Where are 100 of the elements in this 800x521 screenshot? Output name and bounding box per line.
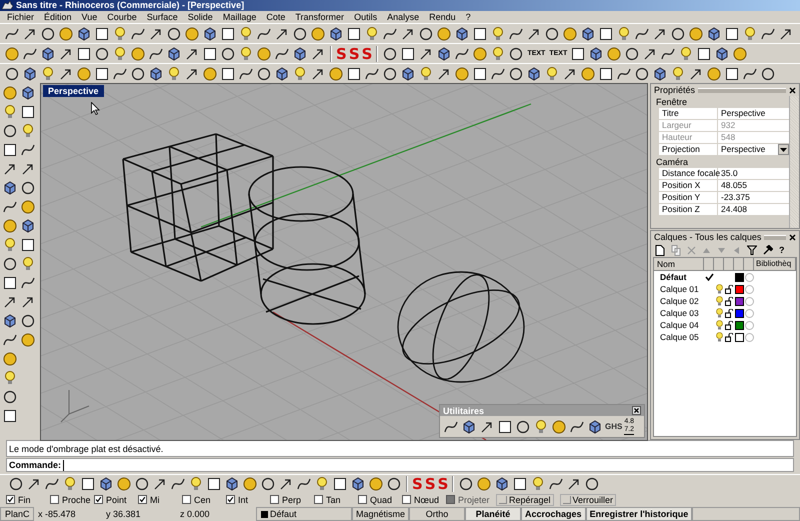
sphere-icon[interactable] xyxy=(310,26,326,42)
menu-item[interactable]: Rendu xyxy=(424,11,461,23)
lightbulb-icon[interactable] xyxy=(716,284,722,294)
sphere-icon[interactable] xyxy=(580,66,596,82)
sphere-icon[interactable] xyxy=(20,199,36,215)
padlock-icon[interactable] xyxy=(725,284,733,294)
sphere-icon[interactable] xyxy=(454,66,470,82)
sphere-icon[interactable] xyxy=(2,351,18,367)
sphere-icon[interactable] xyxy=(688,26,704,42)
close-icon[interactable] xyxy=(632,406,641,415)
lightbulb-icon[interactable] xyxy=(20,256,36,272)
cube-icon[interactable] xyxy=(706,26,722,42)
toggle-button[interactable]: Repéragel xyxy=(496,494,554,506)
panel-grip[interactable] xyxy=(698,88,786,92)
cube-icon[interactable] xyxy=(292,46,308,62)
square-icon[interactable] xyxy=(724,26,740,42)
circle-icon[interactable] xyxy=(292,26,308,42)
padlock-icon[interactable] xyxy=(725,296,733,306)
layer-color-swatch[interactable] xyxy=(734,296,744,306)
layer-color-swatch[interactable] xyxy=(734,332,744,342)
circle-icon[interactable] xyxy=(4,66,20,82)
square-icon[interactable] xyxy=(94,66,110,82)
menu-item[interactable]: Vue xyxy=(76,11,102,23)
sphere-icon[interactable] xyxy=(2,218,18,234)
circle-icon[interactable] xyxy=(584,476,600,492)
circle-icon[interactable] xyxy=(382,66,398,82)
sphere-icon[interactable] xyxy=(732,46,748,62)
lightbulb-icon[interactable] xyxy=(292,66,308,82)
property-value[interactable]: 24.408 xyxy=(718,204,789,215)
menu-item[interactable]: Solide xyxy=(182,11,218,23)
osnap-checkbox[interactable]: Nœud xyxy=(402,494,446,504)
cube-icon[interactable] xyxy=(224,476,240,492)
sphere-icon[interactable] xyxy=(328,66,344,82)
osnap-checkbox[interactable]: Quad xyxy=(358,494,402,504)
sphere-icon[interactable] xyxy=(76,66,92,82)
curve-icon[interactable] xyxy=(20,142,36,158)
square-icon[interactable] xyxy=(80,476,96,492)
square-icon[interactable] xyxy=(400,46,416,62)
square-icon[interactable] xyxy=(76,46,92,62)
sphere-icon[interactable] xyxy=(256,46,272,62)
padlock-icon[interactable] xyxy=(725,332,733,342)
panel-grip[interactable] xyxy=(764,234,786,240)
lightbulb-icon[interactable] xyxy=(364,26,380,42)
osnap-checkbox[interactable]: Point xyxy=(94,494,138,504)
square-icon[interactable] xyxy=(220,66,236,82)
lightbulb-icon[interactable] xyxy=(20,123,36,139)
lightbulb-icon[interactable] xyxy=(544,66,560,82)
sphere-icon[interactable] xyxy=(242,476,258,492)
square-icon[interactable] xyxy=(570,46,586,62)
circle-icon[interactable] xyxy=(220,46,236,62)
cylinder-drawing[interactable] xyxy=(248,166,366,325)
circle-icon[interactable] xyxy=(515,418,531,434)
sphere-icon[interactable] xyxy=(184,26,200,42)
osnap-checkbox[interactable]: Fin xyxy=(6,494,50,504)
sphere-icon[interactable] xyxy=(606,46,622,62)
layer-name[interactable]: Calque 01 xyxy=(654,283,704,295)
square-icon[interactable] xyxy=(598,26,614,42)
osnap-checkbox[interactable]: Proche xyxy=(50,494,94,504)
checkmark-icon[interactable] xyxy=(7,495,14,504)
snap-s-button[interactable]: S xyxy=(424,476,436,492)
menu-item[interactable]: Surface xyxy=(142,11,183,23)
menu-item[interactable]: ? xyxy=(460,11,476,23)
sphere-icon[interactable] xyxy=(58,26,74,42)
circle-icon[interactable] xyxy=(508,46,524,62)
lightbulb-icon[interactable] xyxy=(490,26,506,42)
checkmark-icon[interactable] xyxy=(227,495,234,504)
square-icon[interactable] xyxy=(2,142,18,158)
square-icon[interactable] xyxy=(202,46,218,62)
ghs-button[interactable]: GHS xyxy=(605,422,622,431)
status-toggle-pane[interactable]: Ortho xyxy=(409,507,466,521)
current-layer-pane[interactable]: Défaut xyxy=(256,507,352,521)
sphere-icon[interactable] xyxy=(20,332,36,348)
cube-icon[interactable] xyxy=(40,46,56,62)
osnap-checkbox[interactable]: Int xyxy=(226,494,270,504)
column-header[interactable]: Bibliothèq xyxy=(754,258,796,271)
sphere-icon[interactable] xyxy=(2,85,18,101)
circle-icon[interactable] xyxy=(634,66,650,82)
hammer-icon[interactable] xyxy=(763,245,773,255)
sphere-icon[interactable] xyxy=(436,26,452,42)
snap-s-button[interactable]: S xyxy=(348,46,360,62)
circle-icon[interactable] xyxy=(382,46,398,62)
padlock-icon[interactable] xyxy=(725,320,733,330)
status-toggle-pane[interactable]: Planéité xyxy=(465,507,522,521)
lightbulb-icon[interactable] xyxy=(238,26,254,42)
lightbulb-icon[interactable] xyxy=(2,370,18,386)
lightbulb-icon[interactable] xyxy=(112,46,128,62)
circle-icon[interactable] xyxy=(624,46,640,62)
square-icon[interactable] xyxy=(332,476,348,492)
lightbulb-icon[interactable] xyxy=(62,476,78,492)
lightbulb-icon[interactable] xyxy=(716,320,722,330)
lightbulb-icon[interactable] xyxy=(112,26,128,42)
status-toggle-pane[interactable]: Accrochages xyxy=(521,507,586,521)
lightbulb-icon[interactable] xyxy=(188,476,204,492)
square-icon[interactable] xyxy=(724,66,740,82)
square-icon[interactable] xyxy=(220,26,236,42)
lightbulb-icon[interactable] xyxy=(716,308,722,318)
square-icon[interactable] xyxy=(598,66,614,82)
lightbulb-icon[interactable] xyxy=(2,104,18,120)
circle-icon[interactable] xyxy=(670,26,686,42)
circle-icon[interactable] xyxy=(760,66,776,82)
